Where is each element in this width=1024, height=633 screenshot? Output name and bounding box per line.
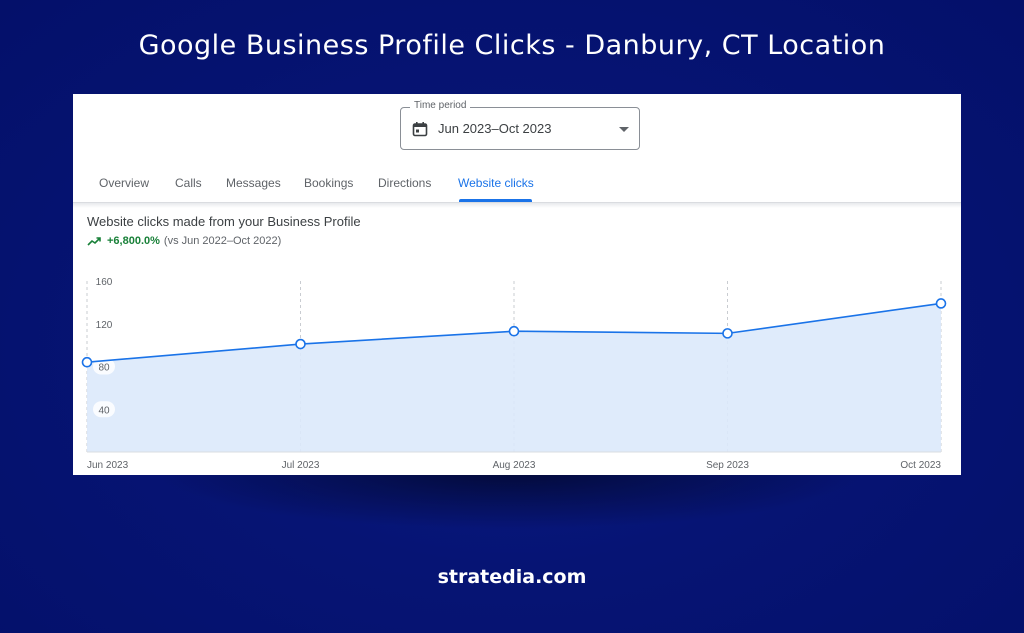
x-tick-label: Jun 2023 bbox=[87, 460, 129, 471]
data-point bbox=[295, 338, 306, 350]
x-tick-label: Jul 2023 bbox=[282, 460, 320, 471]
x-tick-label: Sep 2023 bbox=[706, 460, 749, 471]
page-title: Google Business Profile Clicks - Danbury… bbox=[138, 30, 886, 61]
card-shadow bbox=[150, 470, 870, 530]
y-tick-label: 40 bbox=[98, 405, 110, 416]
data-point bbox=[722, 328, 733, 339]
data-point bbox=[935, 298, 947, 309]
performance-card: Time period Jun 2023–Oct 2023 Overview C… bbox=[73, 94, 961, 475]
website-clicks-chart: 160 120 80 40 Jun 2023 Jul 2023 Aug 2023 Sep 20… bbox=[81, 277, 947, 471]
x-tick-label: Oct 2023 bbox=[900, 460, 941, 471]
x-tick-label: Aug 2023 bbox=[493, 460, 536, 471]
brand-footer: stratedia.com bbox=[437, 566, 587, 588]
data-point bbox=[81, 356, 93, 368]
y-tick-label: 120 bbox=[96, 320, 113, 331]
y-tick-label: 160 bbox=[96, 277, 113, 288]
data-point bbox=[508, 325, 520, 337]
y-tick-label: 80 bbox=[98, 363, 110, 374]
